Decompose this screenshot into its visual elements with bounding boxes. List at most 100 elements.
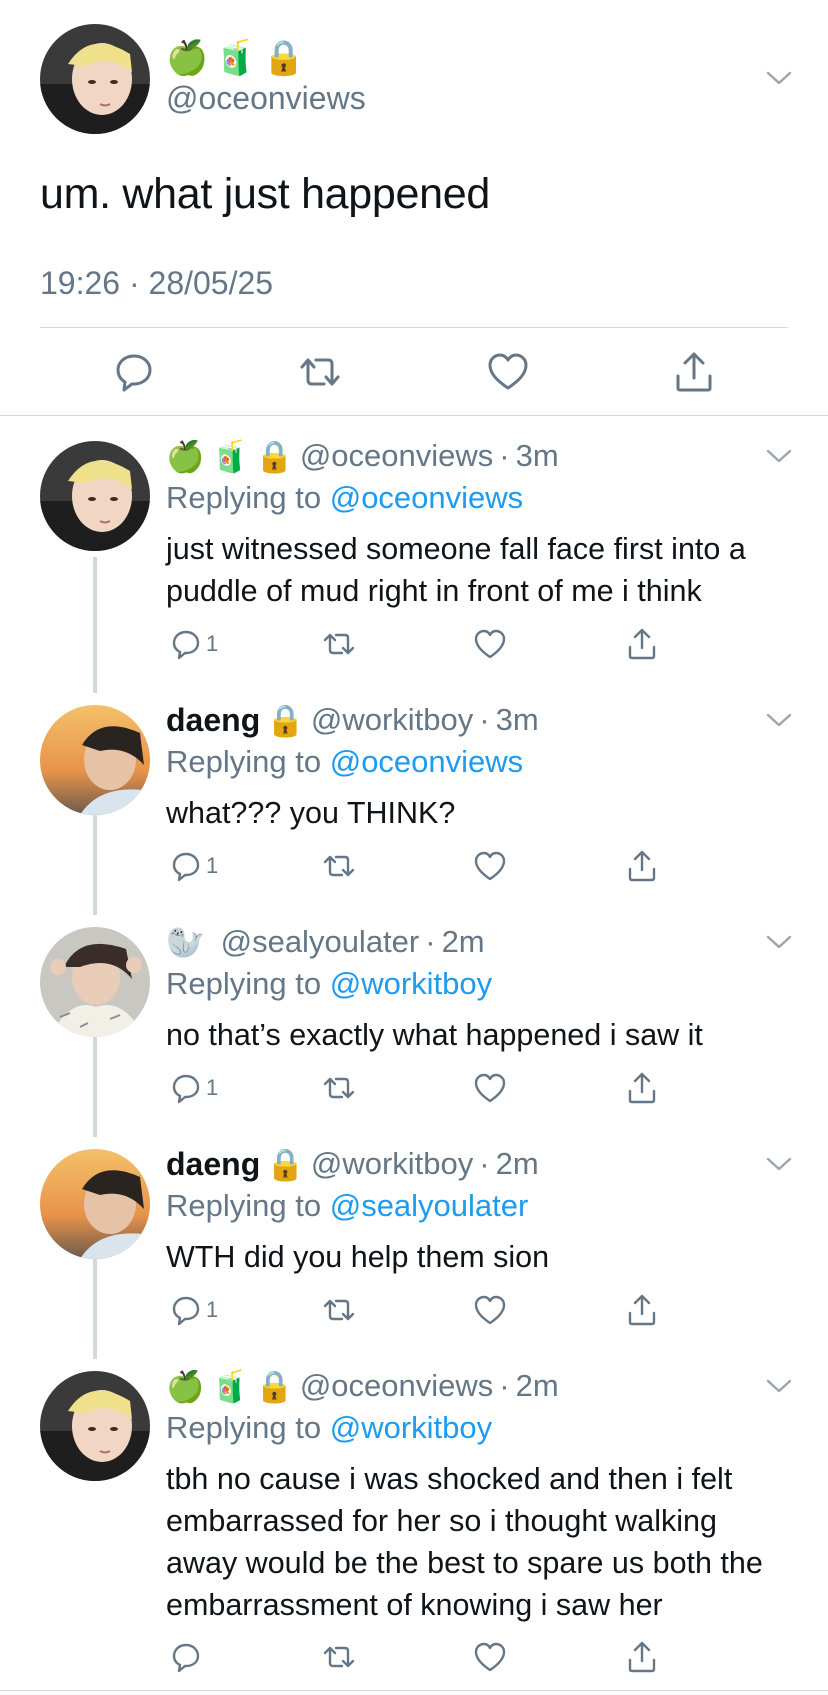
separator-dot: · xyxy=(425,924,436,959)
lock-icon: 🔒 xyxy=(255,438,294,475)
relative-time[interactable]: 3m xyxy=(496,702,539,738)
relative-time[interactable]: 2m xyxy=(516,1368,559,1404)
replying-to-line: Replying to @workitboy xyxy=(166,966,492,1002)
reply-actions: 1 xyxy=(0,1292,828,1328)
relative-time[interactable]: 3m xyxy=(516,438,559,474)
replying-to-label: Replying to xyxy=(166,1410,322,1445)
replying-to-handle[interactable]: @workitboy xyxy=(330,966,492,1001)
green-apple-icon: 🍏 xyxy=(166,1368,205,1405)
heart-icon[interactable] xyxy=(473,1292,507,1328)
retweet-icon[interactable] xyxy=(298,350,342,394)
divider xyxy=(0,415,828,416)
reply-header: daeng 🔒 @workitboy · 2m xyxy=(166,1144,539,1184)
reply-text: tbh no cause i was shocked and then i fe… xyxy=(166,1462,763,1622)
lock-icon: 🔒 xyxy=(262,38,306,78)
avatar[interactable] xyxy=(40,24,150,134)
reply-actions: 1 xyxy=(0,848,828,884)
reply-icon xyxy=(172,1074,200,1104)
chevron-down-icon[interactable] xyxy=(766,70,792,86)
replying-to-line: Replying to @oceonviews xyxy=(166,480,523,516)
reply-actions xyxy=(0,1639,828,1675)
replying-to-handle[interactable]: @oceonviews xyxy=(330,480,523,515)
heart-icon[interactable] xyxy=(473,848,507,884)
reply-actions: 1 xyxy=(0,626,828,662)
retweet-icon[interactable] xyxy=(322,1292,356,1328)
seal-icon: 🦭 xyxy=(166,924,205,961)
replying-to-line: Replying to @sealyoulater xyxy=(166,1188,528,1224)
heart-icon[interactable] xyxy=(486,350,530,394)
replying-to-label: Replying to xyxy=(166,480,322,515)
divider xyxy=(40,327,788,328)
reply-button[interactable]: 1 xyxy=(170,848,218,884)
author-handle[interactable]: @workitboy xyxy=(311,1146,473,1182)
author-handle[interactable]: @sealyoulater xyxy=(221,924,420,960)
reply-count: 1 xyxy=(206,1075,219,1100)
share-icon[interactable] xyxy=(625,626,659,662)
reply-text: WTH did you help them sion xyxy=(166,1240,550,1274)
reply-text: what??? you THINK? xyxy=(166,796,456,830)
relative-time[interactable]: 2m xyxy=(442,924,485,960)
reply-button[interactable]: 1 xyxy=(170,626,218,662)
separator-dot: · xyxy=(479,702,490,737)
chevron-down-icon[interactable] xyxy=(766,448,792,464)
reply-header: 🍏 🧃 🔒 @oceonviews · 2m xyxy=(166,1366,559,1406)
chevron-down-icon[interactable] xyxy=(766,1378,792,1394)
author-name-row: 🍏 🧃 🔒 xyxy=(166,38,305,78)
tweet-timestamp[interactable]: 19:26 · 28/05/25 xyxy=(40,265,273,302)
chevron-down-icon[interactable] xyxy=(766,934,792,950)
reply-button[interactable]: 1 xyxy=(170,1070,218,1106)
tweet-thread-page: 🍏 🧃 🔒 @oceonviews um. what just happened… xyxy=(0,0,828,1695)
replying-to-line: Replying to @oceonviews xyxy=(166,744,523,780)
reply-count: 1 xyxy=(206,853,219,878)
share-icon[interactable] xyxy=(625,848,659,884)
lock-icon: 🔒 xyxy=(266,1146,305,1183)
juice-box-icon: 🧃 xyxy=(214,38,257,78)
reply-header: 🍏 🧃 🔒 @oceonviews · 3m xyxy=(166,436,559,476)
separator-dot: · xyxy=(479,1146,490,1181)
reply-button[interactable] xyxy=(170,1639,206,1675)
reply-button[interactable]: 1 xyxy=(170,1292,218,1328)
reply-icon[interactable] xyxy=(112,350,156,394)
reply-icon xyxy=(172,630,200,660)
reply-count: 1 xyxy=(206,1297,219,1322)
separator-dot: · xyxy=(499,438,510,473)
replying-to-label: Replying to xyxy=(166,1188,322,1223)
display-name[interactable]: daeng xyxy=(166,1146,260,1183)
green-apple-icon: 🍏 xyxy=(166,438,205,475)
reply-tweet[interactable]: 🍏 🧃 🔒 @oceonviews · 2m Replying to @work… xyxy=(0,1366,828,1656)
author-handle[interactable]: @oceonviews xyxy=(300,438,493,474)
chevron-down-icon[interactable] xyxy=(766,1156,792,1172)
display-name[interactable]: daeng xyxy=(166,702,260,739)
retweet-icon[interactable] xyxy=(322,1070,356,1106)
author-handle[interactable]: @workitboy xyxy=(311,702,473,738)
reply-text: just witnessed someone fall face first i… xyxy=(166,532,746,608)
heart-icon[interactable] xyxy=(473,1639,507,1675)
reply-header: 🦭 @sealyoulater · 2m xyxy=(166,922,485,962)
retweet-icon[interactable] xyxy=(322,626,356,662)
author-handle[interactable]: @oceonviews xyxy=(166,80,366,117)
retweet-icon[interactable] xyxy=(322,1639,356,1675)
reply-actions: 1 xyxy=(0,1070,828,1106)
reply-icon xyxy=(172,1296,200,1326)
green-apple-icon: 🍏 xyxy=(166,38,209,78)
share-icon[interactable] xyxy=(625,1292,659,1328)
replying-to-handle[interactable]: @workitboy xyxy=(330,1410,492,1445)
chevron-down-icon[interactable] xyxy=(766,712,792,728)
retweet-icon[interactable] xyxy=(322,848,356,884)
heart-icon[interactable] xyxy=(473,626,507,662)
replying-to-handle[interactable]: @oceonviews xyxy=(330,744,523,779)
heart-icon[interactable] xyxy=(473,1070,507,1106)
share-icon[interactable] xyxy=(625,1070,659,1106)
replying-to-label: Replying to xyxy=(166,744,322,779)
author-handle[interactable]: @oceonviews xyxy=(300,1368,493,1404)
reply-icon xyxy=(172,1643,200,1673)
share-icon[interactable] xyxy=(625,1639,659,1675)
tweet-text: um. what just happened xyxy=(40,170,490,218)
reply-header: daeng 🔒 @workitboy · 3m xyxy=(166,700,539,740)
relative-time[interactable]: 2m xyxy=(496,1146,539,1182)
replying-to-handle[interactable]: @sealyoulater xyxy=(330,1188,529,1223)
lock-icon: 🔒 xyxy=(255,1368,294,1405)
replying-to-line: Replying to @workitboy xyxy=(166,1410,492,1446)
reply-count: 1 xyxy=(206,631,219,656)
share-icon[interactable] xyxy=(672,350,716,394)
